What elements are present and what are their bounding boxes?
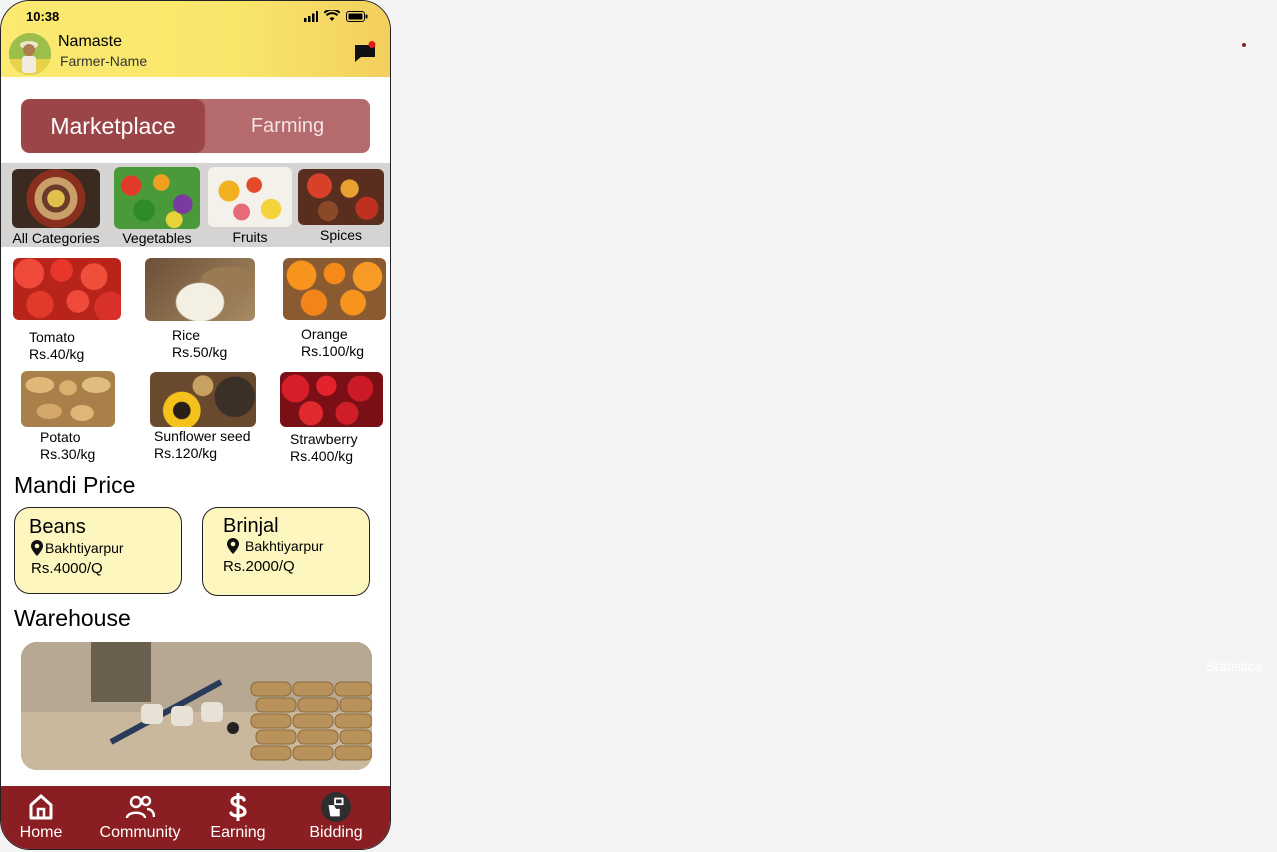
battery-icon (346, 10, 368, 22)
product-price: Rs.40/kg (29, 346, 85, 362)
status-icons (304, 10, 368, 22)
product-price: Rs.100/kg (301, 343, 365, 359)
mandi-item-price: Rs.2000/Q (223, 558, 295, 575)
nav-label: Earning (210, 824, 266, 841)
product-price: Rs.400/kg (290, 448, 354, 464)
product-name: Sunflower seed (154, 428, 251, 444)
tab-farming[interactable]: Farming (205, 99, 370, 153)
warehouse-image[interactable] (21, 642, 372, 770)
category-label: Vegetables (122, 230, 192, 246)
home-icon (29, 794, 53, 820)
bidding-icon (321, 792, 351, 822)
nav-bidding[interactable]: Bidding (305, 792, 367, 842)
location-pin-icon (227, 538, 239, 554)
mode-toggle: Marketplace Farming (21, 99, 370, 153)
farmer-name: Farmer-Name (60, 53, 148, 69)
nav-home[interactable]: Home (17, 792, 65, 842)
strawberry-image (280, 372, 383, 427)
category-strip: All Categories Vegetables Fruits Spices (1, 163, 390, 247)
wifi-icon (324, 10, 340, 21)
mandi-item-name: Beans (29, 516, 86, 538)
mandi-location-text: Bakhtiyarpur (45, 540, 124, 556)
category-label: Fruits (232, 229, 268, 245)
rice-image (145, 258, 255, 321)
product-card-tomato[interactable]: Tomato Rs.40/kg (13, 258, 121, 363)
nav-label: Bidding (309, 824, 363, 841)
farmer-avatar-icon (9, 33, 51, 75)
signal-icon (304, 10, 318, 22)
product-name: Orange (301, 326, 348, 342)
nav-label: Community (99, 824, 181, 841)
product-card-orange[interactable]: Orange Rs.100/kg (283, 258, 386, 360)
mandi-location: Bakhtiyarpur (227, 538, 324, 554)
indicator-dot (1242, 43, 1246, 47)
product-price: Rs.50/kg (172, 344, 228, 360)
mandi-price-title: Mandi Price (14, 472, 136, 498)
product-name: Strawberry (290, 431, 358, 447)
product-card-potato[interactable]: Potato Rs.30/kg (21, 371, 115, 463)
avatar[interactable] (9, 33, 51, 75)
mandi-location-text: Bakhtiyarpur (245, 538, 324, 554)
app-header: 10:38 Namaste Farmer-Name (1, 1, 390, 77)
product-name: Rice (172, 327, 201, 343)
nav-label: Home (19, 824, 63, 841)
product-name: Tomato (29, 329, 75, 345)
tomato-image (13, 258, 121, 320)
location-pin-icon (31, 540, 43, 556)
mandi-item-price: Rs.4000/Q (31, 560, 103, 577)
product-name: Potato (40, 429, 81, 445)
sunflower-seed-image (150, 372, 256, 427)
category-label: Spices (319, 227, 363, 243)
product-card-sunflower-seed[interactable]: Sunflower seed Rs.120/kg (150, 372, 256, 462)
dollar-icon (229, 793, 247, 821)
nav-earning[interactable]: Earning (207, 792, 269, 842)
mandi-card-brinjal[interactable]: Brinjal Bakhtiyarpur Rs.2000/Q (202, 507, 370, 596)
category-vegetables[interactable]: Vegetables (109, 167, 205, 246)
statistics-label[interactable]: Statistics (1206, 658, 1262, 674)
mandi-item-name: Brinjal (223, 515, 279, 537)
bottom-nav: Home Community Earning Bidding (1, 786, 390, 849)
orange-image (283, 258, 386, 320)
product-card-rice[interactable]: Rice Rs.50/kg (145, 258, 255, 361)
category-fruits[interactable]: Fruits (206, 167, 294, 245)
tab-marketplace[interactable]: Marketplace (21, 99, 205, 153)
chat-button[interactable] (354, 41, 376, 62)
potato-image (21, 371, 115, 427)
category-spices[interactable]: Spices (297, 169, 385, 243)
community-icon (125, 795, 155, 819)
nav-community[interactable]: Community (95, 792, 185, 842)
product-card-strawberry[interactable]: Strawberry Rs.400/kg (280, 372, 383, 465)
phone-frame: 10:38 Namaste Farmer-Name Marketplace Fa… (0, 0, 391, 850)
spices-image (298, 169, 384, 225)
warehouse-title: Warehouse (14, 605, 131, 631)
warehouse-photo-icon (21, 642, 372, 770)
status-time: 10:38 (26, 9, 60, 24)
category-label: All Categories (12, 230, 100, 246)
category-all[interactable]: All Categories (8, 169, 104, 246)
product-price: Rs.120/kg (154, 445, 218, 461)
product-price: Rs.30/kg (40, 446, 96, 462)
greeting-text: Namaste (58, 33, 123, 50)
chat-icon (355, 41, 376, 62)
fruits-image (208, 167, 292, 227)
mandi-card-beans[interactable]: Beans Bakhtiyarpur Rs.4000/Q (14, 507, 182, 594)
all-categories-image (12, 169, 100, 228)
mandi-location: Bakhtiyarpur (31, 540, 124, 556)
vegetables-image (114, 167, 200, 229)
